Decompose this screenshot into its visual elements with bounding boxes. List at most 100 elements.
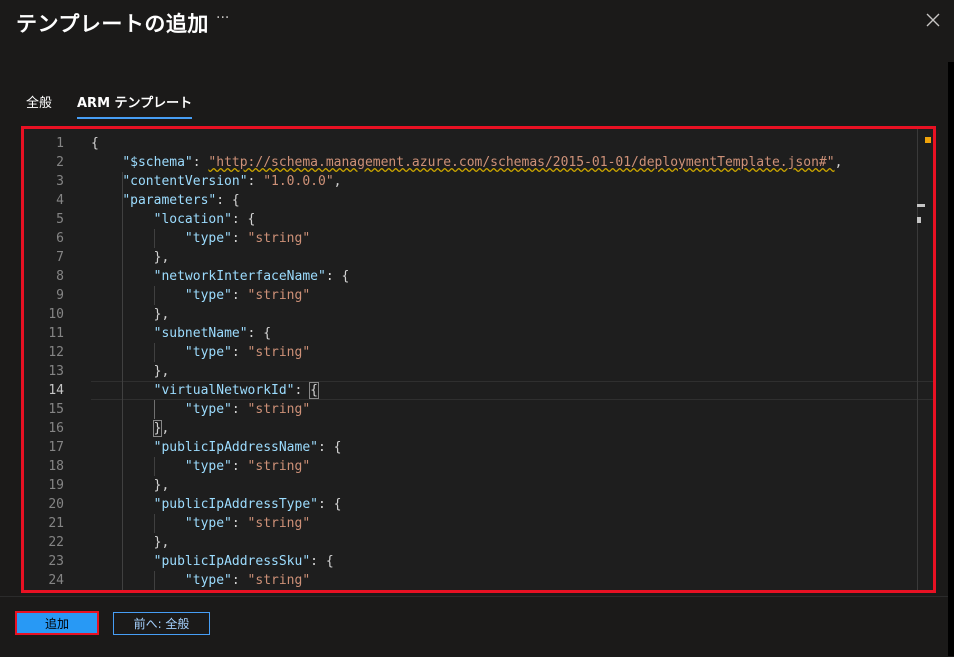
json-punct: , — [834, 155, 843, 170]
line-number: 1 — [56, 136, 64, 151]
code-line[interactable]: 2 "$schema": "http://schema.management.a… — [24, 153, 933, 172]
code-line[interactable]: 18 "type": "string" — [24, 457, 933, 476]
line-text: "location": { — [91, 210, 256, 229]
line-text: }, — [91, 248, 170, 267]
json-punct: : — [231, 231, 248, 246]
json-string: "string" — [247, 573, 311, 588]
code-line[interactable]: 10 }, — [24, 305, 933, 324]
json-key: "subnetName" — [153, 326, 248, 341]
json-punct: : — [247, 174, 264, 189]
indent-guide — [154, 571, 155, 590]
code-line[interactable]: 8 "networkInterfaceName": { — [24, 267, 933, 286]
json-string: "string" — [247, 459, 311, 474]
json-punct: : { — [216, 193, 240, 208]
line-text: "type": "string" — [91, 286, 310, 305]
code-line[interactable]: 3 "contentVersion": "1.0.0.0", — [24, 172, 933, 191]
previous-general-button[interactable]: 前へ: 全般 — [113, 612, 210, 635]
json-punct — [91, 193, 122, 208]
json-key: "type" — [184, 516, 232, 531]
code-line[interactable]: 17 "publicIpAddressName": { — [24, 438, 933, 457]
code-line[interactable]: 11 "subnetName": { — [24, 324, 933, 343]
json-punct — [91, 174, 122, 189]
line-number: 8 — [56, 269, 64, 284]
line-text: "publicIpAddressSku": { — [91, 552, 334, 571]
editor-scrollbar[interactable] — [917, 129, 918, 590]
json-punct: : — [231, 459, 248, 474]
code-line[interactable]: 21 "type": "string" — [24, 514, 933, 533]
code-line[interactable]: 1{ — [24, 134, 933, 153]
tab-general[interactable]: 全般 — [26, 92, 52, 117]
code-line[interactable]: 15 "type": "string" — [24, 400, 933, 419]
json-string: "string" — [247, 288, 311, 303]
line-number: 18 — [48, 459, 64, 474]
json-key: "type" — [184, 288, 232, 303]
indent-guide — [154, 229, 155, 248]
json-key: "parameters" — [122, 193, 217, 208]
json-punct — [91, 402, 185, 417]
line-number: 20 — [48, 497, 64, 512]
code-line[interactable]: 9 "type": "string" — [24, 286, 933, 305]
code-line[interactable]: 14 "virtualNetworkId": { — [24, 381, 933, 400]
json-key: "contentVersion" — [122, 174, 248, 189]
code-line[interactable]: 7 }, — [24, 248, 933, 267]
json-key: "publicIpAddressType" — [153, 497, 318, 512]
close-icon[interactable] — [925, 12, 941, 28]
json-punct: : — [231, 402, 248, 417]
line-text: "contentVersion": "1.0.0.0", — [91, 172, 341, 191]
template-editor[interactable]: 1{2 "$schema": "http://schema.management… — [21, 126, 936, 593]
json-punct: , — [161, 421, 170, 436]
line-number: 4 — [56, 193, 64, 208]
line-number: 17 — [48, 440, 64, 455]
page-scrollbar[interactable] — [948, 62, 954, 656]
line-number: 21 — [48, 516, 64, 531]
line-number: 19 — [48, 478, 64, 493]
line-number: 2 — [56, 155, 64, 170]
json-punct: : — [231, 516, 248, 531]
json-punct: : { — [318, 497, 342, 512]
json-punct: : — [231, 288, 248, 303]
json-punct: { — [91, 136, 99, 151]
code-line[interactable]: 4 "parameters": { — [24, 191, 933, 210]
code-line[interactable]: 24 "type": "string" — [24, 571, 933, 590]
json-punct: : { — [310, 554, 334, 569]
warning-marker — [925, 137, 931, 143]
tab-arm-template[interactable]: ARM テンプレート — [77, 92, 193, 119]
json-punct: }, — [91, 535, 170, 550]
code-line[interactable]: 6 "type": "string" — [24, 229, 933, 248]
line-text: }, — [91, 476, 170, 495]
json-punct: : — [231, 573, 248, 588]
line-text: "type": "string" — [91, 229, 310, 248]
add-button[interactable]: 追加 — [15, 611, 99, 635]
line-number: 22 — [48, 535, 64, 550]
indent-guide — [122, 172, 123, 590]
code-line[interactable]: 19 }, — [24, 476, 933, 495]
json-punct — [91, 459, 185, 474]
code-line[interactable]: 5 "location": { — [24, 210, 933, 229]
json-string: "string" — [247, 231, 311, 246]
json-key: "type" — [184, 231, 232, 246]
line-number: 5 — [56, 212, 64, 227]
indent-guide — [154, 400, 155, 419]
indent-guide — [154, 457, 155, 476]
code-line[interactable]: 13 }, — [24, 362, 933, 381]
line-text: "parameters": { — [91, 191, 240, 210]
line-text: "$schema": "http://schema.management.azu… — [91, 153, 842, 172]
json-punct: }, — [91, 364, 170, 379]
code-line[interactable]: 20 "publicIpAddressType": { — [24, 495, 933, 514]
overview-ruler-marker — [917, 204, 925, 207]
code-line[interactable]: 23 "publicIpAddressSku": { — [24, 552, 933, 571]
code-line[interactable]: 12 "type": "string" — [24, 343, 933, 362]
line-text: }, — [91, 362, 170, 381]
more-options-button[interactable]: ··· — [216, 10, 229, 26]
json-punct: : { — [231, 212, 256, 227]
line-text: "subnetName": { — [91, 324, 271, 343]
line-number: 16 — [48, 421, 64, 436]
line-number: 24 — [48, 573, 64, 588]
code-lines[interactable]: 1{2 "$schema": "http://schema.management… — [24, 134, 933, 590]
json-punct — [91, 516, 185, 531]
code-line[interactable]: 16 }, — [24, 419, 933, 438]
code-line[interactable]: 22 }, — [24, 533, 933, 552]
page-title: テンプレートの追加 — [16, 12, 209, 36]
json-key: "virtualNetworkId" — [153, 383, 295, 398]
json-string: "string" — [247, 345, 311, 360]
